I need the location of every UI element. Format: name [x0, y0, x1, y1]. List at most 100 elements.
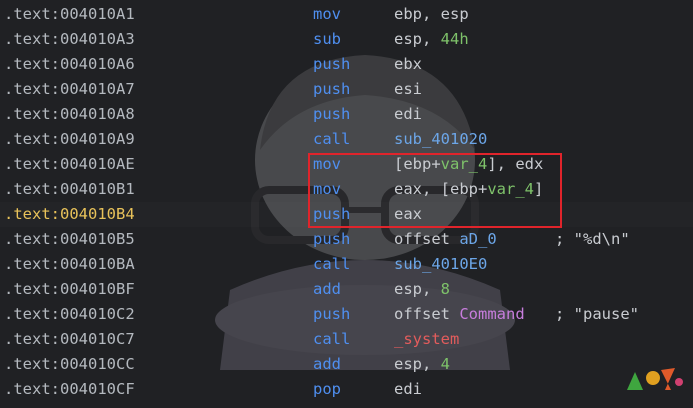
code-line[interactable]: .text:004010A3 sub esp, 44h	[0, 27, 693, 52]
operand-token[interactable]: _system	[394, 330, 459, 348]
segment-name: .text:	[4, 355, 60, 373]
disassembly-view[interactable]: .text:004010A1 mov ebp, esp .text:004010A3 s…	[0, 0, 693, 408]
operand-token: esp,	[394, 280, 441, 298]
operand-token[interactable]: sub_401020	[394, 130, 487, 148]
instruction-mnemonic[interactable]: pop	[313, 377, 341, 402]
operand-token[interactable]: aD_0	[459, 230, 496, 248]
address-offset[interactable]: 004010B1	[60, 180, 135, 198]
line-comment: ; "%d\n"	[555, 230, 630, 248]
address-offset[interactable]: 004010A9	[60, 130, 135, 148]
address-offset[interactable]: 004010CC	[60, 355, 135, 373]
line-address[interactable]: .text:004010A6	[4, 52, 135, 77]
instruction-mnemonic[interactable]: call	[313, 327, 350, 352]
code-line[interactable]: .text:004010B5 push offset aD_0 ; "%d\n"	[0, 227, 693, 252]
address-offset[interactable]: 004010B5	[60, 230, 135, 248]
instruction-operands[interactable]: offset Command	[394, 302, 525, 327]
address-offset[interactable]: 004010BF	[60, 280, 135, 298]
line-address[interactable]: .text:004010A8	[4, 102, 135, 127]
instruction-operands[interactable]: eax, [ebp+var_4]	[394, 177, 543, 202]
instruction-mnemonic[interactable]: push	[313, 302, 350, 327]
operand-token: offset	[394, 305, 460, 323]
code-line[interactable]: .text:004010B1 mov eax, [ebp+var_4]	[0, 177, 693, 202]
instruction-operands[interactable]: edi	[394, 102, 422, 127]
instruction-operands[interactable]: offset aD_0	[394, 227, 497, 252]
address-offset[interactable]: 004010C7	[60, 330, 135, 348]
segment-name: .text:	[4, 230, 60, 248]
instruction-operands[interactable]: edi	[394, 377, 422, 402]
instruction-mnemonic[interactable]: mov	[313, 177, 341, 202]
line-address[interactable]: .text:004010CC	[4, 352, 135, 377]
instruction-mnemonic[interactable]: add	[313, 277, 341, 302]
segment-name: .text:	[4, 30, 60, 48]
line-address[interactable]: .text:004010BF	[4, 277, 135, 302]
instruction-operands[interactable]: ebx	[394, 52, 422, 77]
instruction-operands[interactable]: esp, 44h	[394, 27, 469, 52]
line-address[interactable]: .text:004010A9	[4, 127, 135, 152]
instruction-mnemonic[interactable]: add	[313, 352, 341, 377]
operand-token: 8	[440, 280, 451, 298]
operand-token: esp,	[394, 355, 441, 373]
address-offset[interactable]: 004010A6	[60, 55, 135, 73]
code-line[interactable]: .text:004010C7 call _system	[0, 327, 693, 352]
instruction-mnemonic[interactable]: sub	[313, 27, 341, 52]
address-offset[interactable]: 004010C2	[60, 305, 135, 323]
instruction-mnemonic[interactable]: push	[313, 52, 350, 77]
instruction-operands[interactable]: eax	[394, 202, 422, 227]
code-line[interactable]: .text:004010CC add esp, 4	[0, 352, 693, 377]
address-offset[interactable]: 004010AE	[60, 155, 135, 173]
address-offset[interactable]: 004010A7	[60, 80, 135, 98]
address-offset[interactable]: 004010CF	[60, 380, 135, 398]
code-line[interactable]: .text:004010A8 push edi	[0, 102, 693, 127]
code-line[interactable]: .text:004010A1 mov ebp, esp	[0, 2, 693, 27]
instruction-operands[interactable]: _system	[394, 327, 459, 352]
instruction-operands[interactable]: ebp, esp	[394, 2, 469, 27]
instruction-mnemonic[interactable]: mov	[313, 2, 341, 27]
code-line[interactable]: .text:004010B4 push eax	[0, 202, 693, 227]
code-line[interactable]: .text:004010A7 push esi	[0, 77, 693, 102]
operand-token: ebp, esp	[394, 5, 469, 23]
code-line[interactable]: .text:004010C2 push offset Command ; "pause…	[0, 302, 693, 327]
instruction-operands[interactable]: esp, 8	[394, 277, 450, 302]
line-address[interactable]: .text:004010BA	[4, 252, 135, 277]
instruction-mnemonic[interactable]: push	[313, 202, 350, 227]
code-line[interactable]: .text:004010A6 push ebx	[0, 52, 693, 77]
instruction-mnemonic[interactable]: call	[313, 127, 350, 152]
instruction-operands[interactable]: sub_4010E0	[394, 252, 487, 277]
line-address[interactable]: .text:004010B4	[4, 202, 135, 227]
address-offset[interactable]: 004010A1	[60, 5, 135, 23]
line-address[interactable]: .text:004010A7	[4, 77, 135, 102]
instruction-mnemonic[interactable]: push	[313, 102, 350, 127]
instruction-operands[interactable]: esp, 4	[394, 352, 450, 377]
instruction-mnemonic[interactable]: call	[313, 252, 350, 277]
address-offset[interactable]: 004010A3	[60, 30, 135, 48]
instruction-operands[interactable]: [ebp+var_4], edx	[394, 152, 543, 177]
instruction-mnemonic[interactable]: mov	[313, 152, 341, 177]
segment-name: .text:	[4, 205, 60, 223]
line-address[interactable]: .text:004010C7	[4, 327, 135, 352]
address-offset[interactable]: 004010A8	[60, 105, 135, 123]
operand-token[interactable]: var_4	[441, 155, 488, 173]
instruction-mnemonic[interactable]: push	[313, 77, 350, 102]
code-line[interactable]: .text:004010A9 call sub_401020	[0, 127, 693, 152]
operand-token[interactable]: sub_4010E0	[394, 255, 487, 273]
code-line[interactable]: .text:004010AE mov [ebp+var_4], edx	[0, 152, 693, 177]
segment-name: .text:	[4, 5, 60, 23]
address-offset[interactable]: 004010BA	[60, 255, 135, 273]
instruction-operands[interactable]: esi	[394, 77, 422, 102]
line-address[interactable]: .text:004010CF	[4, 377, 135, 402]
line-address[interactable]: .text:004010C2	[4, 302, 135, 327]
line-address[interactable]: .text:004010B5	[4, 227, 135, 252]
line-address[interactable]: .text:004010B1	[4, 177, 135, 202]
instruction-operands[interactable]: sub_401020	[394, 127, 487, 152]
code-line[interactable]: .text:004010BF add esp, 8	[0, 277, 693, 302]
code-line[interactable]: .text:004010CF pop edi	[0, 377, 693, 402]
line-address[interactable]: .text:004010A1	[4, 2, 135, 27]
operand-token[interactable]: Command	[459, 305, 524, 323]
operand-token: edi	[394, 105, 422, 123]
instruction-mnemonic[interactable]: push	[313, 227, 350, 252]
address-offset[interactable]: 004010B4	[60, 205, 135, 223]
line-address[interactable]: .text:004010AE	[4, 152, 135, 177]
line-address[interactable]: .text:004010A3	[4, 27, 135, 52]
code-line[interactable]: .text:004010BA call sub_4010E0	[0, 252, 693, 277]
operand-token[interactable]: var_4	[487, 180, 534, 198]
